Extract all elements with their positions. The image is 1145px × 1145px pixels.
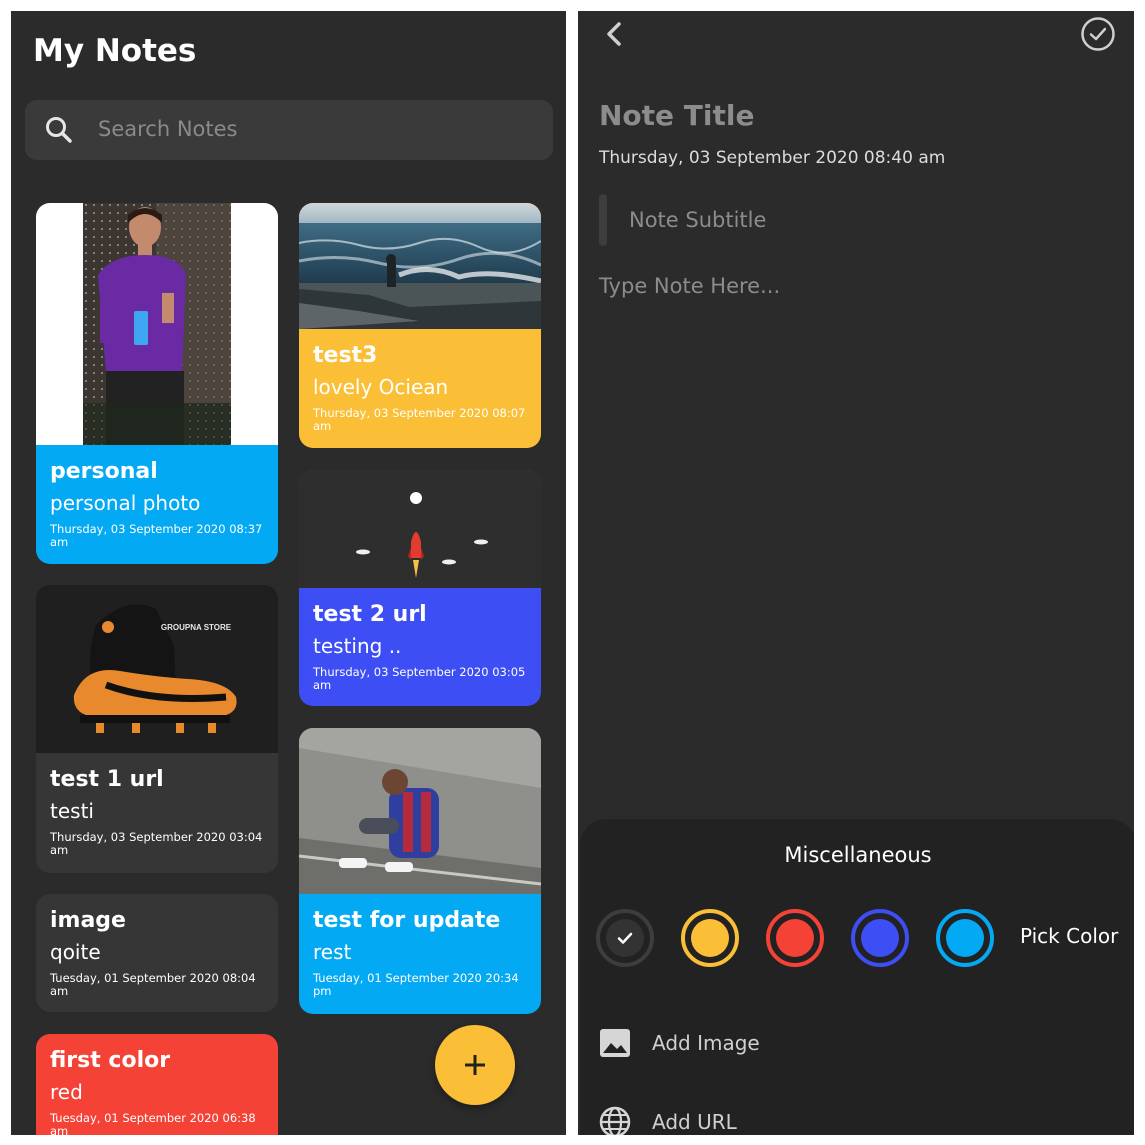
note-subtitle: red (50, 1080, 83, 1104)
add-note-button[interactable] (435, 1025, 515, 1105)
plus-icon (465, 1055, 485, 1075)
notes-list-screen: My Notes Search Notes personal personal … (11, 11, 566, 1135)
note-card-test3[interactable]: test3 lovely Ociean Thursday, 03 Septemb… (299, 203, 541, 448)
note-date: Thursday, 03 September 2020 08:07 am (313, 406, 526, 433)
note-date: Tuesday, 01 September 2020 20:34 pm (313, 971, 519, 998)
note-subtitle: testing .. (313, 634, 402, 658)
add-image-option[interactable]: Add Image (598, 1023, 760, 1063)
note-card-body: test 1 url testi Thursday, 03 September … (36, 753, 278, 865)
note-card-body: first color red Tuesday, 01 September 20… (36, 1034, 278, 1135)
note-subtitle: personal photo (50, 491, 201, 515)
search-input[interactable]: Search Notes (98, 117, 237, 141)
pick-color-label: Pick Color (1020, 924, 1119, 948)
note-title-input[interactable]: Note Title (599, 99, 754, 132)
note-subtitle: lovely Ociean (313, 375, 449, 399)
note-image (299, 203, 541, 329)
note-card-image[interactable]: image qoite Tuesday, 01 September 2020 0… (36, 894, 278, 1012)
store-label: GROUPNA STORE (161, 623, 232, 632)
note-card-first-color[interactable]: first color red Tuesday, 01 September 20… (36, 1034, 278, 1135)
note-date: Tuesday, 01 September 2020 06:38 am (50, 1111, 256, 1136)
back-button[interactable] (600, 19, 630, 49)
note-title: image (50, 908, 126, 933)
search-bar[interactable]: Search Notes (25, 100, 553, 160)
note-subtitle: qoite (50, 940, 101, 964)
note-date: Tuesday, 01 September 2020 08:04 am (50, 971, 256, 998)
check-icon (617, 932, 633, 944)
color-option-default[interactable] (596, 909, 654, 967)
note-card-test-1-url[interactable]: GROUPNA STORE test 1 url testi Thursday,… (36, 585, 278, 873)
page-title: My Notes (33, 33, 197, 69)
note-title: personal (50, 459, 158, 484)
note-image (299, 470, 541, 588)
note-card-body: personal personal photo Thursday, 03 Sep… (36, 445, 278, 557)
add-url-option[interactable]: Add URL (598, 1102, 737, 1135)
note-card-body: test for update rest Tuesday, 01 Septemb… (299, 894, 541, 1006)
save-note-button[interactable] (1080, 16, 1116, 52)
add-url-label: Add URL (652, 1110, 737, 1134)
color-option-blue[interactable] (851, 909, 909, 967)
note-card-test-for-update[interactable]: test for update rest Tuesday, 01 Septemb… (299, 728, 541, 1014)
color-option-light-blue[interactable] (936, 909, 994, 967)
note-editor-screen: Note Title Thursday, 03 September 2020 0… (578, 11, 1134, 1135)
note-body-input[interactable]: Type Note Here... (599, 274, 780, 298)
note-title: first color (50, 1048, 171, 1073)
note-card-body: image qoite Tuesday, 01 September 2020 0… (36, 894, 278, 1006)
note-subtitle: rest (313, 940, 352, 964)
note-date: Thursday, 03 September 2020 08:37 am (50, 522, 263, 549)
note-card-test-2-url[interactable]: test 2 url testing .. Thursday, 03 Septe… (299, 470, 541, 706)
add-image-label: Add Image (652, 1031, 760, 1055)
note-title: test 2 url (313, 602, 427, 627)
note-title: test 1 url (50, 767, 164, 792)
search-icon (46, 117, 72, 143)
miscellaneous-sheet: Miscellaneous Pick Color Add Image Add U… (580, 819, 1134, 1135)
note-image: GROUPNA STORE (36, 585, 278, 753)
note-card-personal[interactable]: personal personal photo Thursday, 03 Sep… (36, 203, 278, 564)
note-subtitle-input[interactable]: Note Subtitle (629, 208, 766, 232)
note-image (299, 728, 541, 894)
note-image (36, 203, 278, 445)
note-title: test3 (313, 343, 378, 368)
note-card-body: test 2 url testing .. Thursday, 03 Septe… (299, 588, 541, 700)
note-card-body: test3 lovely Ociean Thursday, 03 Septemb… (299, 329, 541, 441)
color-option-yellow[interactable] (681, 909, 739, 967)
color-option-red[interactable] (766, 909, 824, 967)
note-title: test for update (313, 908, 501, 933)
note-date: Thursday, 03 September 2020 08:40 am (599, 148, 946, 168)
subtitle-indicator (599, 194, 607, 246)
note-date: Thursday, 03 September 2020 03:04 am (50, 830, 263, 857)
globe-icon (599, 1106, 631, 1135)
sheet-title[interactable]: Miscellaneous (580, 843, 1134, 867)
note-date: Thursday, 03 September 2020 03:05 am (313, 665, 526, 692)
image-icon (600, 1029, 630, 1057)
note-subtitle: testi (50, 799, 94, 823)
